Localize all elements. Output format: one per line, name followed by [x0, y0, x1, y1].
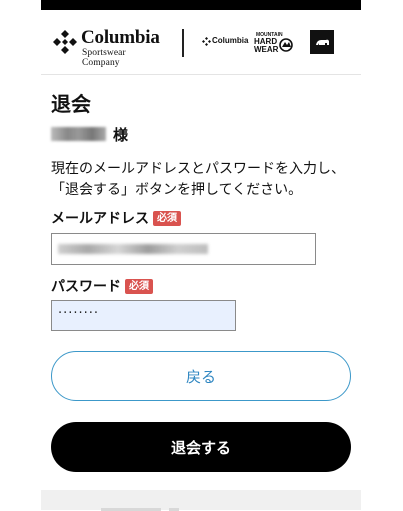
instructions: 現在のメールアドレスとパスワードを入力し、 「退会する」ボタンを押してください。: [51, 159, 356, 201]
email-field[interactable]: [51, 233, 316, 265]
password-field[interactable]: ········: [51, 300, 236, 331]
top-black-bar: [41, 0, 361, 10]
mountain-hardwear-logo[interactable]: MOUNTAIN HARD WEAR: [253, 31, 293, 55]
instruction-line-2: 「退会する」ボタンを押してください。: [51, 182, 303, 198]
header-divider: [182, 29, 184, 57]
honorific: 様: [113, 126, 129, 144]
mhw-line-3: WEAR: [254, 45, 279, 54]
instruction-line-1: 現在のメールアドレスとパスワードを入力し、: [51, 161, 345, 177]
back-button[interactable]: 戻る: [51, 351, 351, 401]
email-label-text: メールアドレス: [51, 211, 149, 227]
page-title: 退会: [51, 92, 91, 116]
brand-name: Columbia: [81, 27, 160, 48]
required-badge: 必須: [153, 211, 181, 226]
withdraw-card: Columbia Sportswear Company Columbia MOU…: [41, 10, 361, 511]
mini-brand-name: Columbia: [212, 36, 249, 45]
email-label: メールアドレス 必須: [51, 208, 181, 228]
columbia-logo[interactable]: Columbia Sportswear Company: [53, 27, 165, 68]
required-badge: 必須: [125, 279, 153, 294]
columbia-diamond-icon: [53, 30, 77, 54]
footer-strip: [41, 490, 361, 510]
sorel-bear-icon: [316, 39, 329, 45]
email-value-redacted: [58, 244, 208, 254]
password-label: パスワード 必須: [51, 276, 153, 296]
columbia-diamond-small-icon: [202, 37, 211, 46]
password-label-text: パスワード: [51, 279, 121, 295]
sorel-logo[interactable]: [310, 30, 334, 54]
withdraw-button[interactable]: 退会する: [51, 422, 351, 472]
password-value: ········: [58, 306, 100, 321]
brand-header: Columbia Sportswear Company Columbia MOU…: [41, 10, 361, 75]
user-name-redacted: [51, 127, 106, 141]
brand-subtitle: Sportswear Company: [82, 48, 126, 68]
